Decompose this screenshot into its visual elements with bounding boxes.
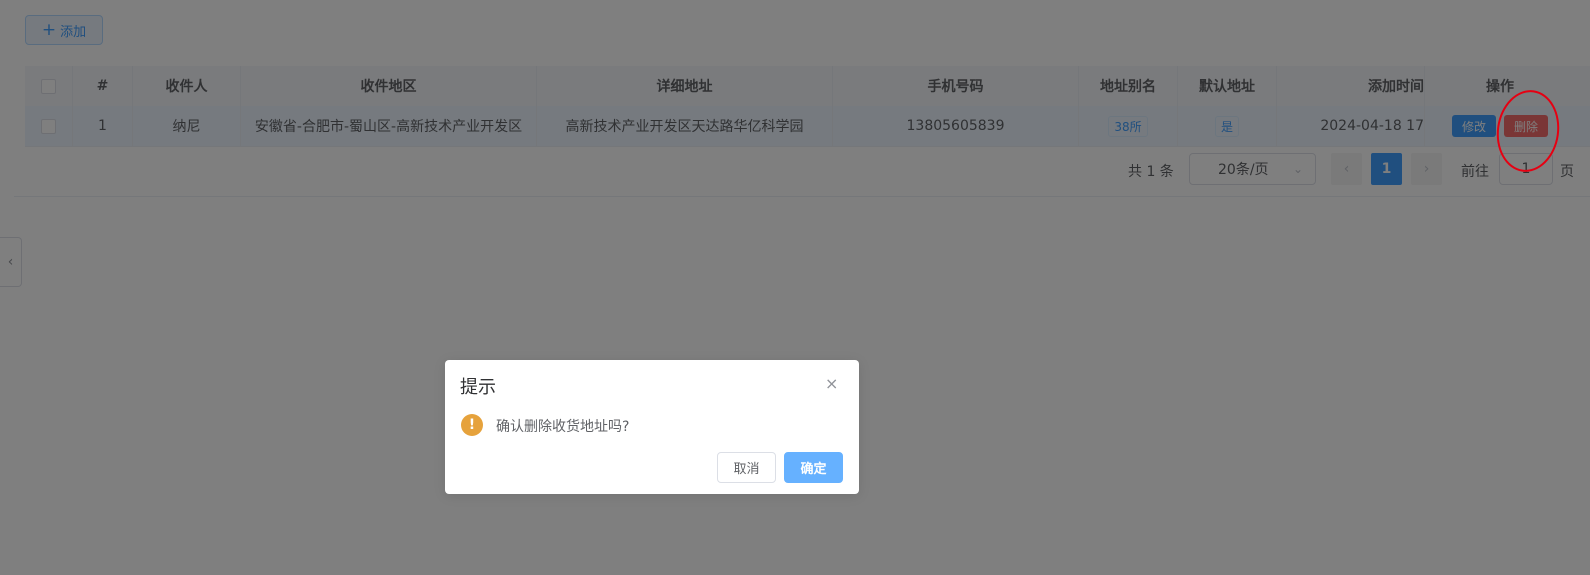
warning-icon: ! xyxy=(461,414,483,436)
confirm-button[interactable]: 确定 xyxy=(784,452,843,483)
dialog-title: 提示 xyxy=(460,377,496,398)
dialog-message: 确认删除收货地址吗? xyxy=(496,419,630,435)
confirm-dialog: 提示 × ! 确认删除收货地址吗? 取消 确定 xyxy=(445,360,859,494)
cancel-button[interactable]: 取消 xyxy=(717,452,776,483)
close-icon[interactable]: × xyxy=(825,374,838,393)
